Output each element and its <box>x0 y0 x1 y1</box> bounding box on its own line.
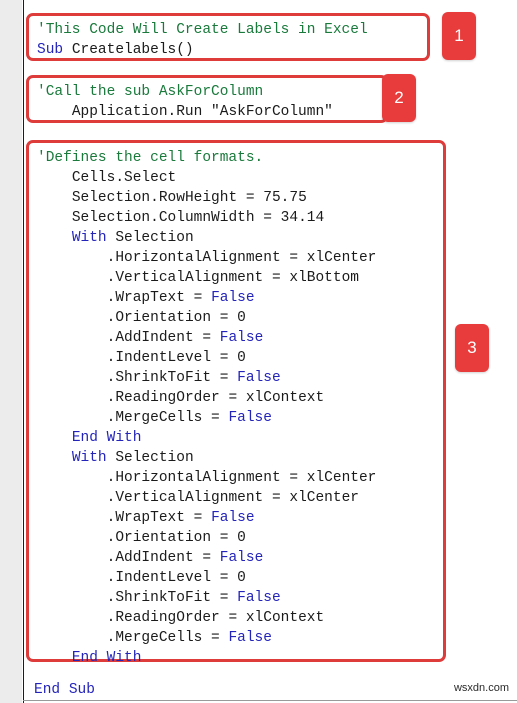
code-screenshot-page: 'This Code Will Create Labels in Excel S… <box>0 0 517 703</box>
site-watermark: wsxdn.com <box>453 682 509 694</box>
document-left-margin <box>0 0 22 703</box>
code-block-3-text: 'Defines the cell formats. Cells.Select … <box>37 150 377 666</box>
code-block-1: 'This Code Will Create Labels in Excel S… <box>26 13 430 61</box>
callout-badge-3: 3 <box>455 324 489 372</box>
code-block-4-text: End Sub <box>34 682 95 698</box>
code-block-2-text: 'Call the sub AskForColumn Application.R… <box>37 84 333 120</box>
code-block-3: 'Defines the cell formats. Cells.Select … <box>26 140 446 666</box>
callout-badge-1: 1 <box>442 12 476 60</box>
code-block-1-text: 'This Code Will Create Labels in Excel S… <box>37 22 368 58</box>
callout-badge-2: 2 <box>382 74 416 122</box>
callout-badge-2-label: 2 <box>394 88 404 107</box>
callout-badge-1-label: 1 <box>454 26 464 45</box>
page-bottom-rule <box>23 700 517 701</box>
document-margin-rule <box>23 0 24 703</box>
code-block-4: End Sub <box>34 680 234 700</box>
callout-badge-3-label: 3 <box>467 338 477 357</box>
code-block-2: 'Call the sub AskForColumn Application.R… <box>26 75 388 123</box>
